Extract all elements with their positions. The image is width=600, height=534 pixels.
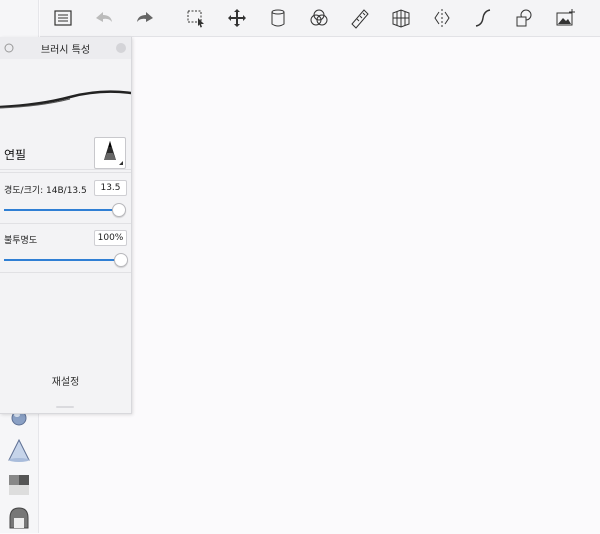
section-divider — [0, 272, 131, 273]
shapes-icon[interactable] — [511, 5, 537, 31]
opacity-slider-fill — [4, 259, 120, 261]
hardness-size-label: 경도/크기: 14B/13.5 — [4, 186, 87, 196]
hardness-size-slider[interactable] — [4, 209, 120, 211]
section-divider — [0, 172, 131, 173]
ruler-icon[interactable] — [347, 5, 373, 31]
redo-icon[interactable] — [132, 5, 158, 31]
opacity-slider-thumb[interactable] — [114, 253, 128, 267]
panel-header[interactable]: 브러시 특성 — [0, 37, 131, 60]
cone-tool-icon[interactable] — [6, 438, 32, 464]
hardness-size-input[interactable]: 13.5 — [94, 180, 127, 196]
main-toolbar — [40, 0, 600, 37]
blend-icon[interactable] — [306, 5, 332, 31]
pencil-icon — [104, 141, 123, 165]
panel-resize-grip[interactable] — [56, 406, 74, 408]
hardness-slider-thumb[interactable] — [112, 203, 126, 217]
selection-icon[interactable] — [183, 5, 209, 31]
symmetry-icon[interactable] — [429, 5, 455, 31]
perspective-grid-icon[interactable] — [388, 5, 414, 31]
panel-close-icon[interactable] — [116, 43, 126, 53]
hardness-slider-fill — [4, 209, 118, 211]
section-divider — [0, 223, 131, 224]
image-add-icon[interactable] — [552, 5, 578, 31]
layer-icon[interactable] — [265, 5, 291, 31]
brush-thumbnail[interactable] — [94, 137, 126, 169]
opacity-label: 불투명도 — [4, 236, 38, 246]
drawing-canvas[interactable] — [132, 37, 600, 533]
move-icon[interactable] — [224, 5, 250, 31]
brush-properties-panel: 브러시 특성 연필 경도/크기: 14B/13.5 13.5 불투명도 100%… — [0, 37, 132, 414]
undo-icon[interactable] — [91, 5, 117, 31]
curve-icon[interactable] — [470, 5, 496, 31]
panel-title: 브러시 특성 — [40, 45, 91, 56]
eraser-tool-icon[interactable] — [6, 472, 32, 498]
paint-bucket-tool-icon[interactable] — [6, 504, 32, 530]
reset-button[interactable]: 재설정 — [0, 373, 131, 388]
opacity-input[interactable]: 100% — [94, 230, 127, 246]
opacity-slider[interactable] — [4, 259, 120, 261]
list-icon[interactable] — [50, 5, 76, 31]
brush-name-label: 연필 — [4, 148, 27, 162]
